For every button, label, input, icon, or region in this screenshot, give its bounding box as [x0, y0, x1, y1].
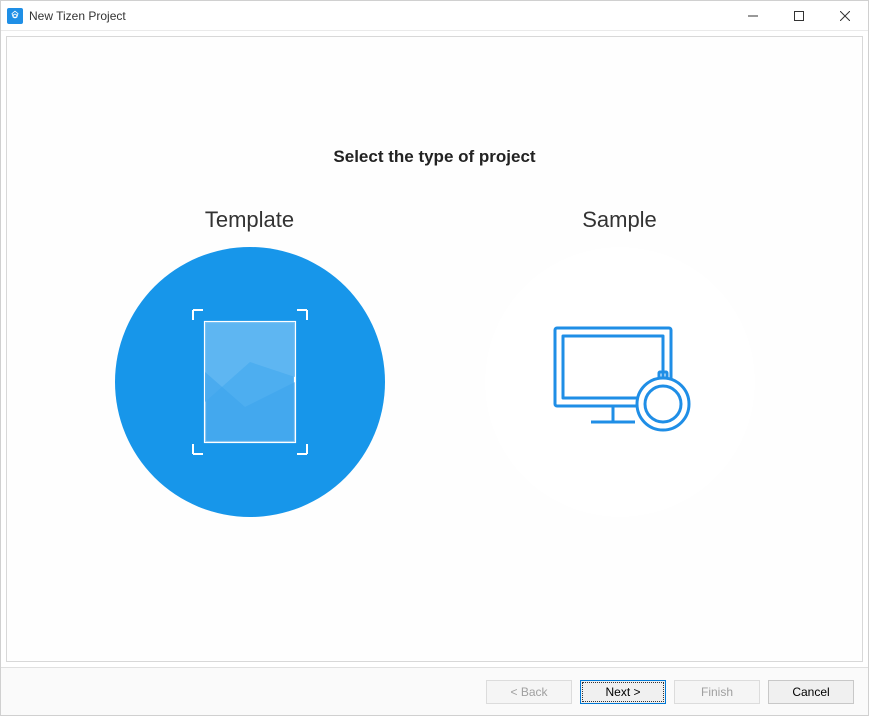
titlebar: New Tizen Project	[1, 1, 868, 31]
option-template[interactable]: Template	[115, 207, 385, 517]
page-heading: Select the type of project	[333, 147, 535, 167]
wizard-content: Select the type of project Template	[6, 36, 863, 662]
button-bar: < Back Next > Finish Cancel	[1, 667, 868, 715]
minimize-icon	[748, 11, 758, 21]
close-button[interactable]	[822, 1, 868, 30]
minimize-button[interactable]	[730, 1, 776, 30]
option-sample-label: Sample	[582, 207, 657, 233]
option-template-circle	[115, 247, 385, 517]
back-button[interactable]: < Back	[486, 680, 572, 704]
maximize-icon	[794, 11, 804, 21]
titlebar-controls	[730, 1, 868, 30]
option-sample-circle	[485, 247, 755, 517]
cancel-button[interactable]: Cancel	[768, 680, 854, 704]
tizen-logo-icon	[7, 8, 23, 24]
finish-button[interactable]: Finish	[674, 680, 760, 704]
close-icon	[840, 11, 850, 21]
wizard-window: New Tizen Project Select the type of pro…	[0, 0, 869, 716]
project-type-options: Template Sam	[115, 207, 755, 517]
titlebar-left: New Tizen Project	[1, 8, 126, 24]
template-icon	[185, 302, 315, 462]
option-template-label: Template	[205, 207, 294, 233]
option-sample[interactable]: Sample	[485, 207, 755, 517]
next-button[interactable]: Next >	[580, 680, 666, 704]
window-title: New Tizen Project	[29, 9, 126, 23]
devices-icon	[535, 312, 705, 452]
maximize-button[interactable]	[776, 1, 822, 30]
